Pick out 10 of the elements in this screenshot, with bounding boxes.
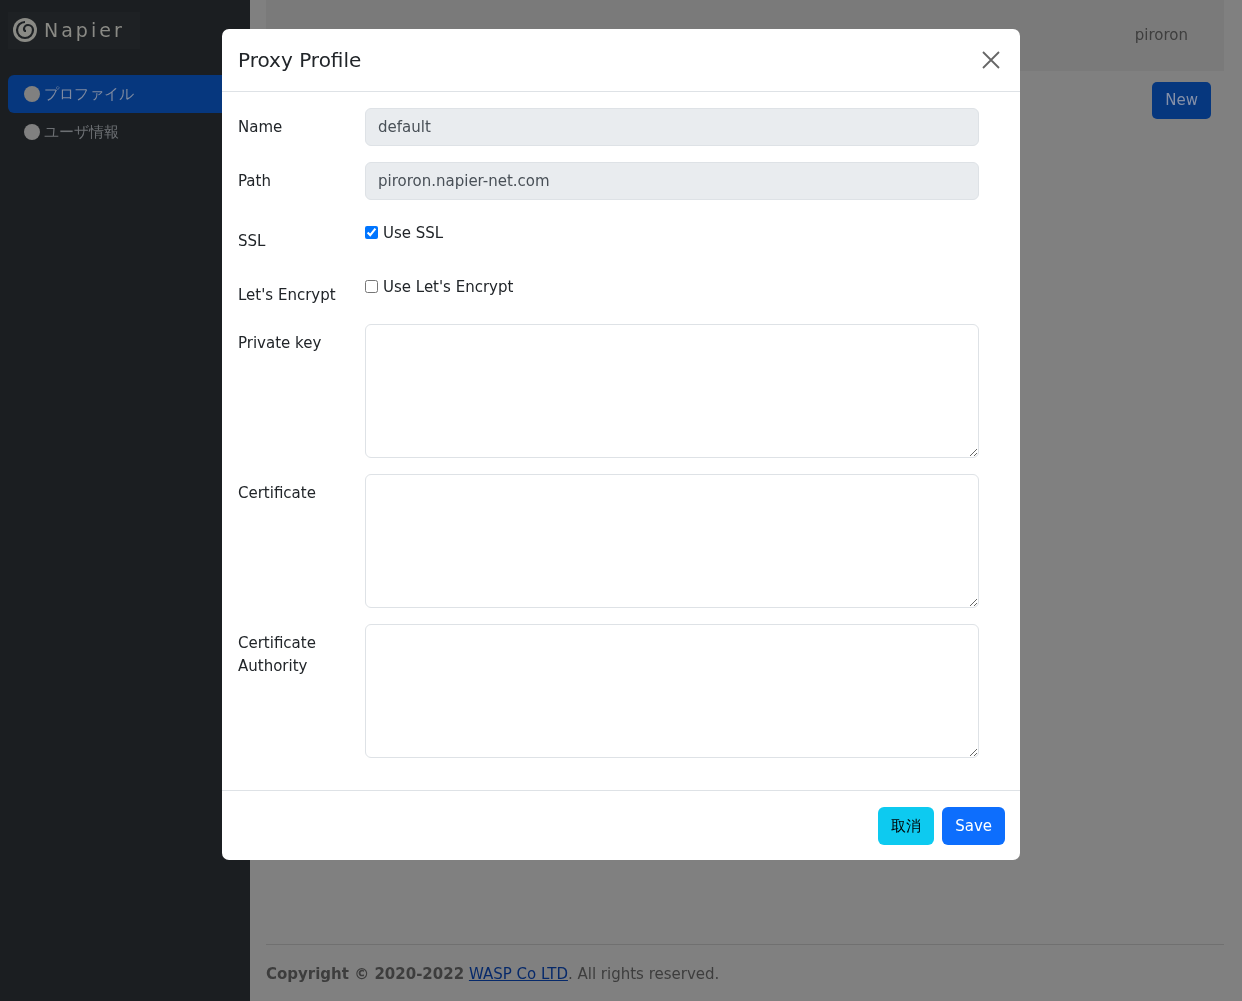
copyright-text: Copyright © 2020-2022 WASP Co LTD. All rights reserved. xyxy=(266,964,720,983)
brand-name: Napier xyxy=(44,18,125,43)
modal-title: Proxy Profile xyxy=(238,48,362,72)
field-label: Let's Encrypt xyxy=(238,285,337,306)
field-label: Name xyxy=(238,117,284,138)
field-label: Path xyxy=(238,171,272,192)
field-label: Certificate xyxy=(238,483,317,504)
field-label: Certificate Authority xyxy=(238,633,317,677)
field-label: SSL xyxy=(238,231,267,252)
field-label: Private key xyxy=(238,333,323,354)
